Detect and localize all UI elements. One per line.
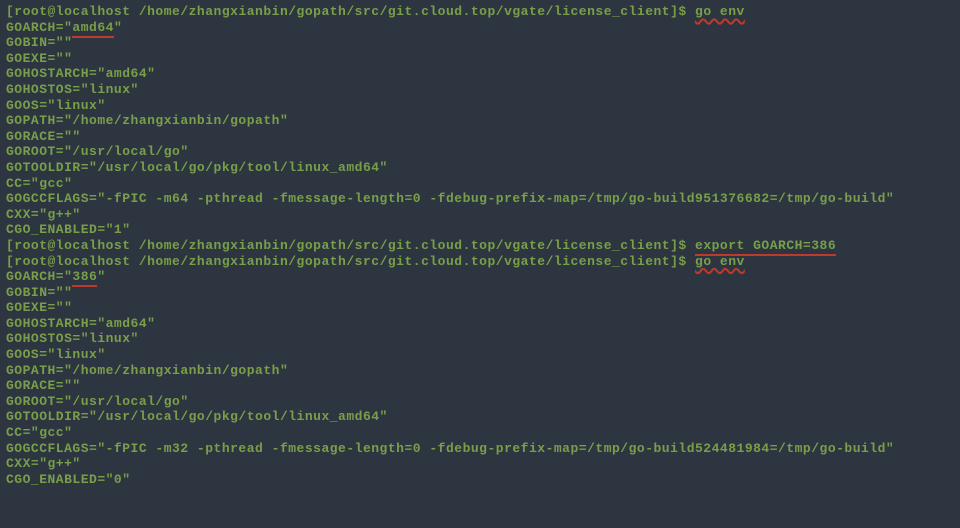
env-cxx-2: CXX="g++" (6, 456, 954, 472)
env-goroot-1: GOROOT="/usr/local/go" (6, 144, 954, 160)
prompt-end: ]$ (670, 254, 695, 269)
env-cxx-1: CXX="g++" (6, 207, 954, 223)
env-goarch-2: GOARCH="386" (6, 269, 954, 285)
prompt-userhost: [root@localhost (6, 238, 139, 253)
env-cgoenabled-1: CGO_ENABLED="1" (6, 222, 954, 238)
prompt-path: /home/zhangxianbin/gopath/src/git.cloud.… (139, 4, 670, 19)
env-gohostos-2: GOHOSTOS="linux" (6, 331, 954, 347)
env-gobin-1: GOBIN="" (6, 35, 954, 51)
terminal-output: [root@localhost /home/zhangxianbin/gopat… (6, 4, 954, 487)
env-gopath-2: GOPATH="/home/zhangxianbin/gopath" (6, 363, 954, 379)
env-gorace-2: GORACE="" (6, 378, 954, 394)
env-gobin-2: GOBIN="" (6, 285, 954, 301)
env-gohostarch-1: GOHOSTARCH="amd64" (6, 66, 954, 82)
env-gotooldir-2: GOTOOLDIR="/usr/local/go/pkg/tool/linux_… (6, 409, 954, 425)
prompt-line-2[interactable]: [root@localhost /home/zhangxianbin/gopat… (6, 238, 954, 254)
prompt-path: /home/zhangxianbin/gopath/src/git.cloud.… (139, 238, 670, 253)
env-goarch-1: GOARCH="amd64" (6, 20, 954, 36)
env-gogccflags-2: GOGCCFLAGS="-fPIC -m32 -pthread -fmessag… (6, 441, 954, 457)
env-gogccflags-1: GOGCCFLAGS="-fPIC -m64 -pthread -fmessag… (6, 191, 954, 207)
prompt-userhost: [root@localhost (6, 254, 139, 269)
env-gohostos-1: GOHOSTOS="linux" (6, 82, 954, 98)
goarch-value-amd64: amd64 (72, 20, 114, 38)
env-cc-2: CC="gcc" (6, 425, 954, 441)
cmd-go-env-1: go env (695, 4, 745, 19)
env-goos-2: GOOS="linux" (6, 347, 954, 363)
env-gotooldir-1: GOTOOLDIR="/usr/local/go/pkg/tool/linux_… (6, 160, 954, 176)
prompt-path: /home/zhangxianbin/gopath/src/git.cloud.… (139, 254, 670, 269)
env-goexe-1: GOEXE="" (6, 51, 954, 67)
env-gohostarch-2: GOHOSTARCH="amd64" (6, 316, 954, 332)
env-goroot-2: GOROOT="/usr/local/go" (6, 394, 954, 410)
env-cc-1: CC="gcc" (6, 176, 954, 192)
prompt-userhost: [root@localhost (6, 4, 139, 19)
env-cgoenabled-2: CGO_ENABLED="0" (6, 472, 954, 488)
env-goos-1: GOOS="linux" (6, 98, 954, 114)
goarch-value-386: 386 (72, 269, 97, 287)
env-goexe-2: GOEXE="" (6, 300, 954, 316)
cmd-go-env-2: go env (695, 254, 745, 269)
prompt-end: ]$ (670, 4, 695, 19)
env-gorace-1: GORACE="" (6, 129, 954, 145)
prompt-line-1[interactable]: [root@localhost /home/zhangxianbin/gopat… (6, 4, 954, 20)
prompt-end: ]$ (670, 238, 695, 253)
env-gopath-1: GOPATH="/home/zhangxianbin/gopath" (6, 113, 954, 129)
